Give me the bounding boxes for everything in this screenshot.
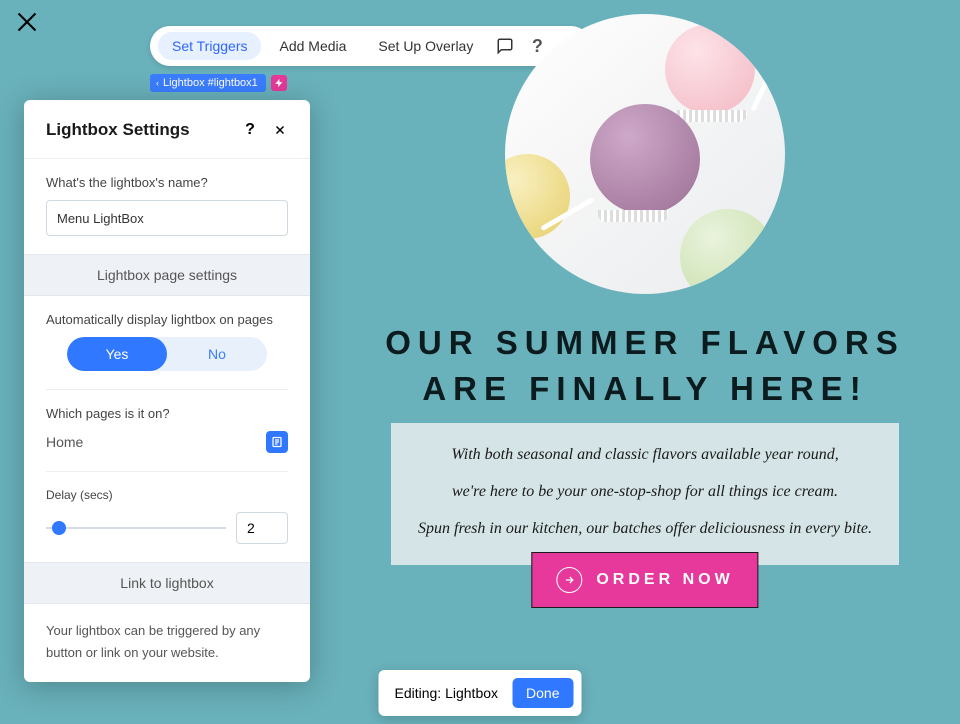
subcopy-line1: With both seasonal and classic flavors a… <box>395 437 895 474</box>
panel-title: Lightbox Settings <box>46 120 190 140</box>
which-pages-value: Home <box>46 434 83 450</box>
done-button[interactable]: Done <box>512 678 573 708</box>
toggle-no[interactable]: No <box>167 337 267 371</box>
subcopy[interactable]: With both seasonal and classic flavors a… <box>391 423 899 565</box>
delay-slider[interactable] <box>46 526 226 530</box>
cta-label: ORDER NOW <box>596 571 733 589</box>
toggle-yes[interactable]: Yes <box>67 337 167 371</box>
panel-help-icon[interactable]: ? <box>240 120 260 140</box>
name-section: What's the lightbox's name? <box>24 159 310 254</box>
interactions-icon[interactable] <box>271 75 287 91</box>
link-heading: Link to lightbox <box>24 562 310 604</box>
subcopy-line2: we're here to be your one-stop-shop for … <box>395 474 895 511</box>
panel-header: Lightbox Settings ? <box>24 100 310 159</box>
select-pages-button[interactable] <box>266 431 288 453</box>
tab-set-triggers[interactable]: Set Triggers <box>158 32 261 60</box>
auto-display-section: Automatically display lightbox on pages … <box>24 296 310 562</box>
breadcrumb-lightbox[interactable]: ‹ Lightbox #lightbox1 <box>150 74 266 92</box>
headline[interactable]: OUR SUMMER FLAVORS ARE FINALLY HERE! <box>330 320 960 412</box>
main-toolbar: Set Triggers Add Media Set Up Overlay ? <box>150 26 591 66</box>
link-note-text: Your lightbox can be triggered by any bu… <box>46 620 288 664</box>
chevron-left-icon: ‹ <box>156 78 159 88</box>
comment-icon[interactable] <box>491 32 519 60</box>
headline-line2: ARE FINALLY HERE! <box>330 366 960 412</box>
which-pages-label: Which pages is it on? <box>46 406 288 421</box>
panel-close-icon[interactable] <box>270 120 290 140</box>
canvas-content: OUR SUMMER FLAVORS ARE FINALLY HERE! Wit… <box>330 0 960 14</box>
hero-image[interactable] <box>505 14 785 294</box>
breadcrumb-row: ‹ Lightbox #lightbox1 <box>150 74 287 92</box>
tab-set-up-overlay[interactable]: Set Up Overlay <box>364 32 487 60</box>
lightbox-settings-panel: Lightbox Settings ? What's the lightbox'… <box>24 100 310 682</box>
status-bar: Editing: Lightbox Done <box>379 670 582 716</box>
delay-input[interactable] <box>236 512 288 544</box>
subcopy-line3: Spun fresh in our kitchen, our batches o… <box>395 511 895 548</box>
name-label: What's the lightbox's name? <box>46 175 288 190</box>
lightbox-name-input[interactable] <box>46 200 288 236</box>
page-settings-heading: Lightbox page settings <box>24 254 310 296</box>
slider-thumb[interactable] <box>52 521 66 535</box>
editing-label: Editing: Lightbox <box>395 685 499 701</box>
link-note-section: Your lightbox can be triggered by any bu… <box>24 604 310 682</box>
close-editor-button[interactable] <box>15 10 39 34</box>
order-now-button[interactable]: ORDER NOW <box>531 552 758 608</box>
breadcrumb-label: Lightbox #lightbox1 <box>163 77 258 89</box>
arrow-right-icon <box>556 567 582 593</box>
headline-line1: OUR SUMMER FLAVORS <box>330 320 960 366</box>
delay-label: Delay (secs) <box>46 488 288 502</box>
auto-display-toggle: Yes No <box>67 337 267 371</box>
auto-display-label: Automatically display lightbox on pages <box>46 312 288 327</box>
tab-add-media[interactable]: Add Media <box>265 32 360 60</box>
